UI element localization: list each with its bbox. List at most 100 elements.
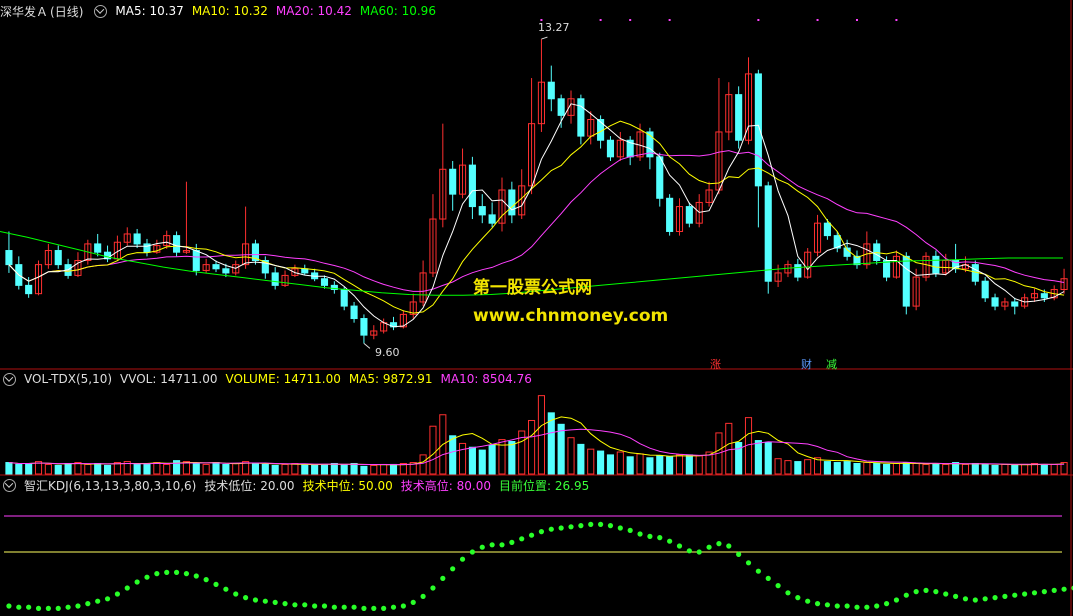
kdj-dot: [558, 525, 564, 531]
volume-bar: [675, 454, 684, 475]
kdj-dot: [499, 542, 505, 548]
marker-zhang[interactable]: 涨: [710, 358, 721, 371]
volume-bar: [952, 462, 960, 475]
kdj-dot: [528, 532, 535, 538]
kdj-dot: [775, 583, 781, 589]
volume-bar: [695, 455, 703, 475]
volume-bar: [84, 463, 92, 475]
volume-bar: [932, 462, 940, 475]
kdj-dot: [35, 605, 42, 612]
kdj-dot: [203, 577, 209, 583]
volume-bar: [54, 464, 62, 475]
kdj-dot: [489, 542, 495, 548]
volume-bar: [74, 462, 82, 475]
volume-bar: [646, 457, 654, 475]
volume-bar: [1001, 463, 1009, 475]
kdj-dot: [223, 586, 229, 592]
kdj-high-level: 技术高位: 80.00: [400, 478, 491, 493]
volume-bar: [232, 462, 240, 475]
kdj-dot: [933, 589, 939, 595]
volume-bar: [44, 463, 52, 475]
kdj-dot: [1051, 587, 1057, 594]
volume-bar: [863, 462, 871, 475]
kdj-dot: [1002, 593, 1008, 600]
candle-body: [1011, 301, 1019, 307]
candle-body: [735, 94, 743, 141]
kdj-dot: [814, 601, 821, 607]
kdj-dot: [716, 541, 722, 547]
kdj-dot: [420, 593, 426, 600]
volume-indicator-name[interactable]: VOL-TDX(5,10): [24, 372, 112, 386]
candle-body: [271, 272, 279, 286]
volume-bar: [380, 463, 388, 475]
kdj-dot: [16, 604, 22, 610]
kdj-dot: [913, 589, 919, 595]
marker-jian[interactable]: 减: [826, 358, 837, 371]
kdj-dot: [962, 596, 969, 602]
volume-bar: [656, 455, 664, 475]
kdj-dot: [982, 596, 988, 602]
kdj-dot: [1041, 589, 1047, 595]
kdj-dot: [104, 596, 111, 602]
kdj-dot: [75, 603, 81, 609]
kdj-dot: [173, 569, 180, 576]
indicator-dropdown-icon[interactable]: [94, 4, 108, 18]
volume-bar: [133, 463, 141, 475]
kdj-mid-level: 技术中位: 50.00: [302, 478, 393, 493]
vol-ma10-value: MA10: 8504.76: [440, 372, 532, 386]
candle-body: [212, 264, 220, 270]
kdj-dot: [381, 605, 387, 612]
kdj-dot: [262, 598, 268, 604]
volume-bar: [153, 462, 161, 475]
volume-indicator-dropdown-icon[interactable]: [3, 372, 16, 386]
volume-bar: [942, 463, 950, 475]
volume-bar: [626, 456, 634, 475]
candle-body: [320, 278, 329, 286]
kdj-dot: [844, 603, 850, 609]
volume-bar: [311, 464, 319, 475]
volume-bar: [547, 412, 555, 475]
volume-bar: [360, 465, 368, 475]
volume-ma5-line: [8, 416, 1065, 466]
candle-body: [577, 98, 585, 137]
kdj-dot: [795, 595, 801, 601]
volume-bar: [468, 446, 476, 475]
marker-cai[interactable]: 财: [801, 357, 812, 371]
volume-panel-header: VOL-TDX(5,10) VVOL: 14711.00 VOLUME: 147…: [0, 370, 532, 388]
candle-body: [478, 206, 486, 216]
volume-bar: [291, 462, 299, 475]
candle-body: [606, 139, 615, 158]
volume-bar: [370, 464, 378, 475]
kdj-dot: [637, 531, 643, 537]
candle-body: [25, 284, 33, 295]
volume-bar: [301, 463, 309, 475]
volume-bar: [784, 460, 792, 475]
top-marker-dot: [629, 19, 632, 21]
candle-body: [666, 197, 674, 232]
kdj-dot: [410, 599, 416, 606]
kdj-dot: [588, 521, 594, 528]
kdj-dot: [459, 556, 466, 562]
candle-body: [685, 206, 693, 224]
kdj-dot: [292, 602, 298, 608]
kdj-dot: [124, 585, 130, 591]
kdj-dot: [351, 604, 357, 610]
top-marker-dot: [816, 19, 819, 21]
kdj-indicator-dropdown-icon[interactable]: [3, 478, 16, 492]
candle-body: [883, 259, 891, 278]
kdj-dot: [805, 598, 811, 604]
kdj-dot: [26, 604, 32, 610]
volume-bar: [281, 463, 289, 475]
kdj-low-level: 技术低位: 20.00: [204, 478, 295, 493]
volume-bar: [902, 462, 910, 475]
volume-bar: [1021, 463, 1029, 475]
kdj-dot: [548, 526, 554, 532]
kdj-indicator-name[interactable]: 智汇KDJ(6,13,13,3,80,3,10,6): [24, 477, 196, 494]
kdj-dot: [282, 601, 288, 607]
volume-bar: [419, 454, 427, 475]
volume-bar: [488, 444, 496, 475]
kdj-dot: [696, 549, 702, 555]
volume-bar: [883, 463, 891, 475]
kdj-dot: [972, 597, 978, 603]
vol-ma5-value: MA5: 9872.91: [348, 372, 433, 386]
